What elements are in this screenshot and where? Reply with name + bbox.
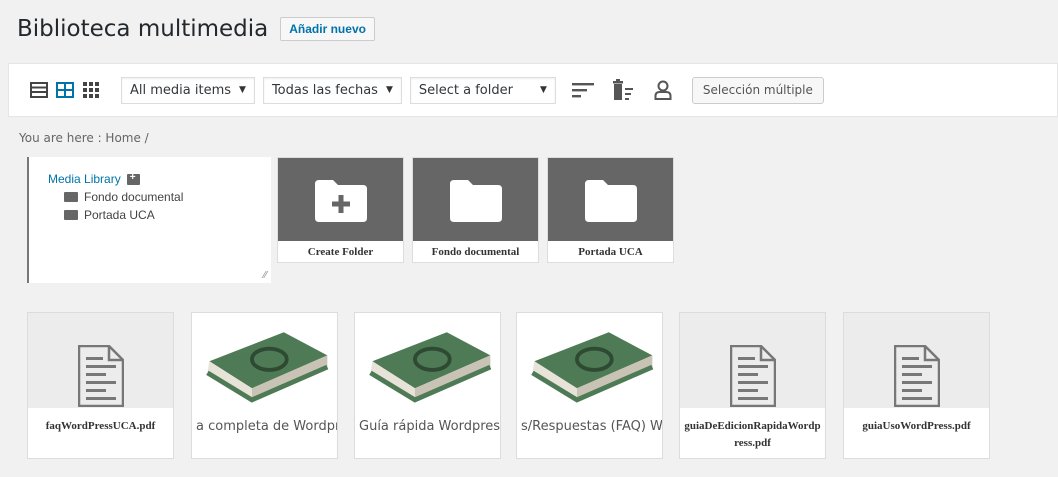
media-item-label: s/Respuestas (FAQ) W: [517, 408, 662, 458]
book-icon: [531, 332, 654, 403]
breadcrumb: You are here : Home /: [19, 131, 149, 145]
document-icon: [893, 345, 940, 407]
create-folder-card[interactable]: Create Folder: [277, 157, 404, 263]
folder-value: Select a folder: [418, 82, 513, 98]
media-type-value: All media items: [130, 82, 232, 98]
tree-item-label: Portada UCA: [84, 208, 155, 222]
page-header: Biblioteca multimedia Añadir nuevo: [17, 16, 375, 42]
folder-icon: [449, 179, 502, 222]
small-grid-view-icon[interactable]: [81, 80, 101, 100]
page-title: Biblioteca multimedia: [17, 16, 269, 42]
media-item-label: Guía rápida Wordpres: [355, 408, 500, 458]
folder-icon: [64, 210, 78, 220]
delete-icon[interactable]: [610, 77, 636, 103]
folder-card-portada-uca[interactable]: Portada UCA: [547, 157, 674, 263]
chevron-down-icon: ▼: [239, 85, 246, 95]
resize-handle-icon[interactable]: ⁄⁄: [264, 270, 267, 281]
book-icon: [206, 332, 329, 403]
user-icon[interactable]: [650, 77, 676, 103]
media-item-label: faqWordPressUCA.pdf: [28, 408, 173, 458]
media-type-select[interactable]: All media items ▼: [121, 76, 255, 104]
tree-item-fondo-documental[interactable]: Fondo documental: [64, 190, 271, 204]
folder-card-label: Create Folder: [307, 246, 374, 258]
document-icon: [77, 345, 124, 407]
multi-select-button[interactable]: Selección múltiple: [691, 76, 824, 104]
sort-icon[interactable]: [570, 77, 596, 103]
tree-item-portada-uca[interactable]: Portada UCA: [64, 208, 271, 222]
folder-card-label: Portada UCA: [578, 246, 643, 258]
date-select[interactable]: Todas las fechas ▼: [262, 76, 402, 104]
media-item-label: guiaDeEdicionRapidaWordpress.pdf: [680, 408, 825, 458]
media-item-label: a completa de Wordpr: [192, 408, 337, 458]
chevron-down-icon: ▼: [539, 85, 547, 95]
media-item[interactable]: guiaUsoWordPress.pdf: [843, 312, 990, 459]
date-value: Todas las fechas: [271, 82, 378, 98]
list-view-icon[interactable]: [29, 80, 49, 100]
media-item[interactable]: guiaDeEdicionRapidaWordpress.pdf: [679, 312, 826, 459]
add-new-button[interactable]: Añadir nuevo: [280, 17, 375, 41]
document-icon: [729, 345, 776, 407]
folder-tree: Media Library Fondo documental Portada U…: [27, 157, 271, 283]
media-item[interactable]: a completa de Wordpr: [191, 312, 338, 459]
folder-plus-icon: [314, 179, 367, 222]
book-icon: [369, 332, 492, 403]
media-item[interactable]: faqWordPressUCA.pdf: [27, 312, 174, 459]
grid-view-icon[interactable]: [55, 80, 75, 100]
folder-icon: [64, 192, 78, 202]
media-item-label: guiaUsoWordPress.pdf: [844, 408, 989, 458]
add-folder-icon[interactable]: [126, 172, 140, 185]
media-toolbar: All media items ▼ Todas las fechas ▼ Sel…: [8, 63, 1058, 117]
tree-item-label: Fondo documental: [84, 190, 184, 204]
folder-card-fondo-documental[interactable]: Fondo documental: [412, 157, 539, 263]
folder-select[interactable]: Select a folder ▼: [409, 76, 556, 104]
chevron-down-icon: ▼: [385, 85, 393, 95]
tree-root-media-library[interactable]: Media Library: [48, 172, 271, 186]
media-item[interactable]: s/Respuestas (FAQ) W: [516, 312, 663, 459]
folder-icon: [584, 179, 637, 222]
folder-card-label: Fondo documental: [431, 246, 520, 258]
tree-root-label: Media Library: [48, 172, 121, 186]
media-item[interactable]: Guía rápida Wordpres: [354, 312, 501, 459]
